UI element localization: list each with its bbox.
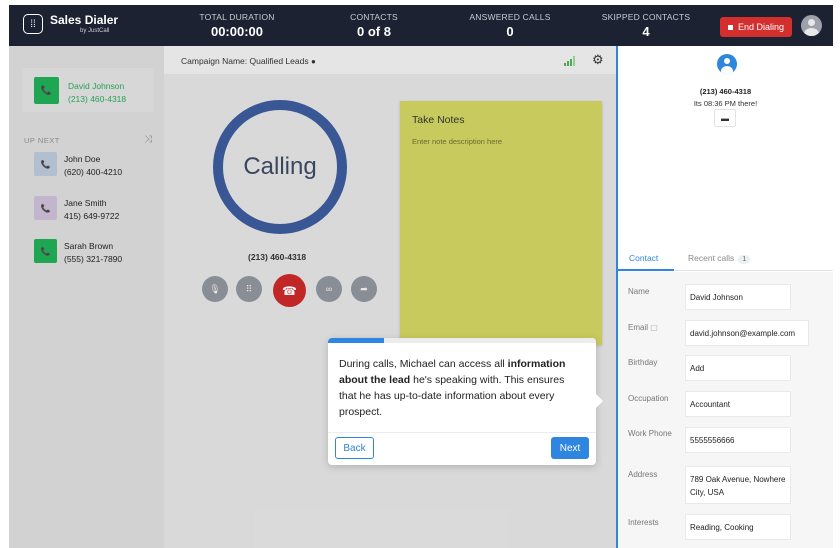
active-tab-indicator xyxy=(618,269,674,271)
field-label-name: Name xyxy=(628,287,650,296)
field-name[interactable]: David Johnson xyxy=(685,284,791,310)
voicemail-button[interactable]: ∞ xyxy=(316,276,342,302)
contact-fields: Name David Johnson Email ▢ david.johnson… xyxy=(618,272,833,548)
queue-item-name: Jane Smith xyxy=(64,198,107,208)
hangup-icon: ☎ xyxy=(282,283,297,298)
phone-icon: 📞 xyxy=(34,152,57,176)
keypad-icon: ⠿ xyxy=(245,283,253,294)
onboarding-tour-popup: During calls, Michael can access all inf… xyxy=(328,338,603,465)
contact-details-panel: (213) 460-4318 Its 08:36 PM there! ▬ Con… xyxy=(616,46,833,548)
tour-back-button[interactable]: Back xyxy=(335,437,374,459)
current-contact-name: David Johnson xyxy=(68,81,125,91)
queue-item[interactable]: 📞 Jane Smith 415) 649-9722 xyxy=(34,196,154,222)
phone-icon: 📞 xyxy=(34,196,57,220)
chat-icon: ▬ xyxy=(721,113,729,123)
notes-input[interactable]: Enter note description here xyxy=(412,137,502,146)
contact-local-time: Its 08:36 PM there! xyxy=(693,99,758,108)
field-label-address: Address xyxy=(628,470,658,479)
app-logo: ⁞⁞ Sales Dialer by JustCall xyxy=(23,14,118,34)
queue-item-phone: (620) 400-4210 xyxy=(64,167,123,177)
call-number: (213) 460-4318 xyxy=(248,252,307,262)
stat-total-duration: TOTAL DURATION 00:00:00 xyxy=(199,12,275,39)
tab-recent-calls[interactable]: Recent calls 1 xyxy=(688,253,751,264)
mute-button[interactable]: 🎙 xyxy=(202,276,228,302)
tour-progress-bar xyxy=(328,338,596,343)
user-avatar[interactable] xyxy=(801,15,822,36)
tour-divider xyxy=(328,432,596,433)
tour-pointer-arrow xyxy=(596,394,603,408)
queue-item-name: John Doe xyxy=(64,154,101,164)
queue-item[interactable]: 📞 Sarah Brown (555) 321-7890 xyxy=(34,239,154,265)
field-label-email: Email ▢ xyxy=(628,323,658,332)
current-call-card[interactable]: 📞 David Johnson (213) 460-4318 xyxy=(22,68,154,112)
call-status: Calling xyxy=(243,153,317,180)
queue-item-name: Sarah Brown xyxy=(64,241,114,251)
copy-icon[interactable]: ▢ xyxy=(650,323,658,332)
field-birthday[interactable]: Add xyxy=(685,355,791,381)
call-area: Campaign Name: Qualified Leads ● ⚙ Calli… xyxy=(164,46,616,548)
field-interests[interactable]: Reading, Cooking xyxy=(685,514,791,540)
stat-skipped-contacts: SKIPPED CONTACTS 4 xyxy=(601,12,691,39)
info-icon[interactable]: ● xyxy=(311,57,316,66)
calling-indicator: Calling xyxy=(213,100,347,234)
queue-item[interactable]: 📞 John Doe (620) 400-4210 xyxy=(34,152,154,178)
up-next-label: UP NEXT xyxy=(24,136,60,145)
field-label-interests: Interests xyxy=(628,518,659,527)
voicemail-icon: ∞ xyxy=(325,284,333,294)
tour-next-button[interactable]: Next xyxy=(551,437,589,459)
hangup-button[interactable]: ☎ xyxy=(273,274,306,307)
field-email[interactable]: david.johnson@example.com xyxy=(685,320,809,346)
app-window: ⁞⁞ Sales Dialer by JustCall TOTAL DURATI… xyxy=(9,5,833,548)
tour-message: During calls, Michael can access all inf… xyxy=(339,358,566,418)
campaign-name: Campaign Name: Qualified Leads ● xyxy=(181,56,316,66)
recent-calls-count: 1 xyxy=(738,255,751,264)
stat-answered-calls: ANSWERED CALLS 0 xyxy=(469,12,551,39)
tab-contact[interactable]: Contact xyxy=(629,253,658,263)
queue-item-phone: 415) 649-9722 xyxy=(64,211,120,221)
queue-item-phone: (555) 321-7890 xyxy=(64,254,123,264)
signal-strength-icon xyxy=(564,56,575,66)
contact-phone: (213) 460-4318 xyxy=(699,87,752,96)
app-subtitle: by JustCall xyxy=(80,28,110,34)
grid-icon: ⁞⁞ xyxy=(23,14,43,34)
gear-icon[interactable]: ⚙ xyxy=(592,52,604,68)
top-bar: ⁞⁞ Sales Dialer by JustCall TOTAL DURATI… xyxy=(9,5,833,46)
contact-tabs: Contact Recent calls 1 xyxy=(618,244,833,271)
tour-progress-fill xyxy=(328,338,385,343)
notes-title: Take Notes xyxy=(412,114,465,126)
field-label-birthday: Birthday xyxy=(628,358,658,367)
field-label-work-phone: Work Phone xyxy=(628,429,672,438)
field-work-phone[interactable]: 5555556666 xyxy=(685,427,791,453)
transfer-button[interactable]: ➦ xyxy=(351,276,377,302)
field-label-occupation: Occupation xyxy=(628,394,669,403)
current-contact-phone: (213) 460-4318 xyxy=(68,94,127,104)
contact-queue-panel: 📞 David Johnson (213) 460-4318 UP NEXT ⤨… xyxy=(9,46,164,548)
end-dialing-button[interactable]: End Dialing xyxy=(720,17,792,37)
contact-avatar-icon xyxy=(717,54,737,74)
field-occupation[interactable]: Accountant xyxy=(685,391,791,417)
forward-icon: ➦ xyxy=(360,283,368,294)
field-address[interactable]: 789 Oak Avenue, Nowhere City, USA xyxy=(685,466,791,504)
campaign-bar: Campaign Name: Qualified Leads ● ⚙ xyxy=(164,46,616,74)
shuffle-icon[interactable]: ⤨ xyxy=(144,134,152,145)
microphone-off-icon: 🎙 xyxy=(209,283,221,294)
keypad-button[interactable]: ⠿ xyxy=(236,276,262,302)
app-title: Sales Dialer xyxy=(50,13,119,27)
phone-icon: 📞 xyxy=(34,77,59,104)
stat-contacts: CONTACTS 0 of 8 xyxy=(350,12,398,39)
notes-panel: Take Notes Enter note description here xyxy=(400,101,602,345)
message-button[interactable]: ▬ xyxy=(714,109,736,127)
phone-icon: 📞 xyxy=(34,239,57,263)
stop-icon xyxy=(727,24,733,30)
